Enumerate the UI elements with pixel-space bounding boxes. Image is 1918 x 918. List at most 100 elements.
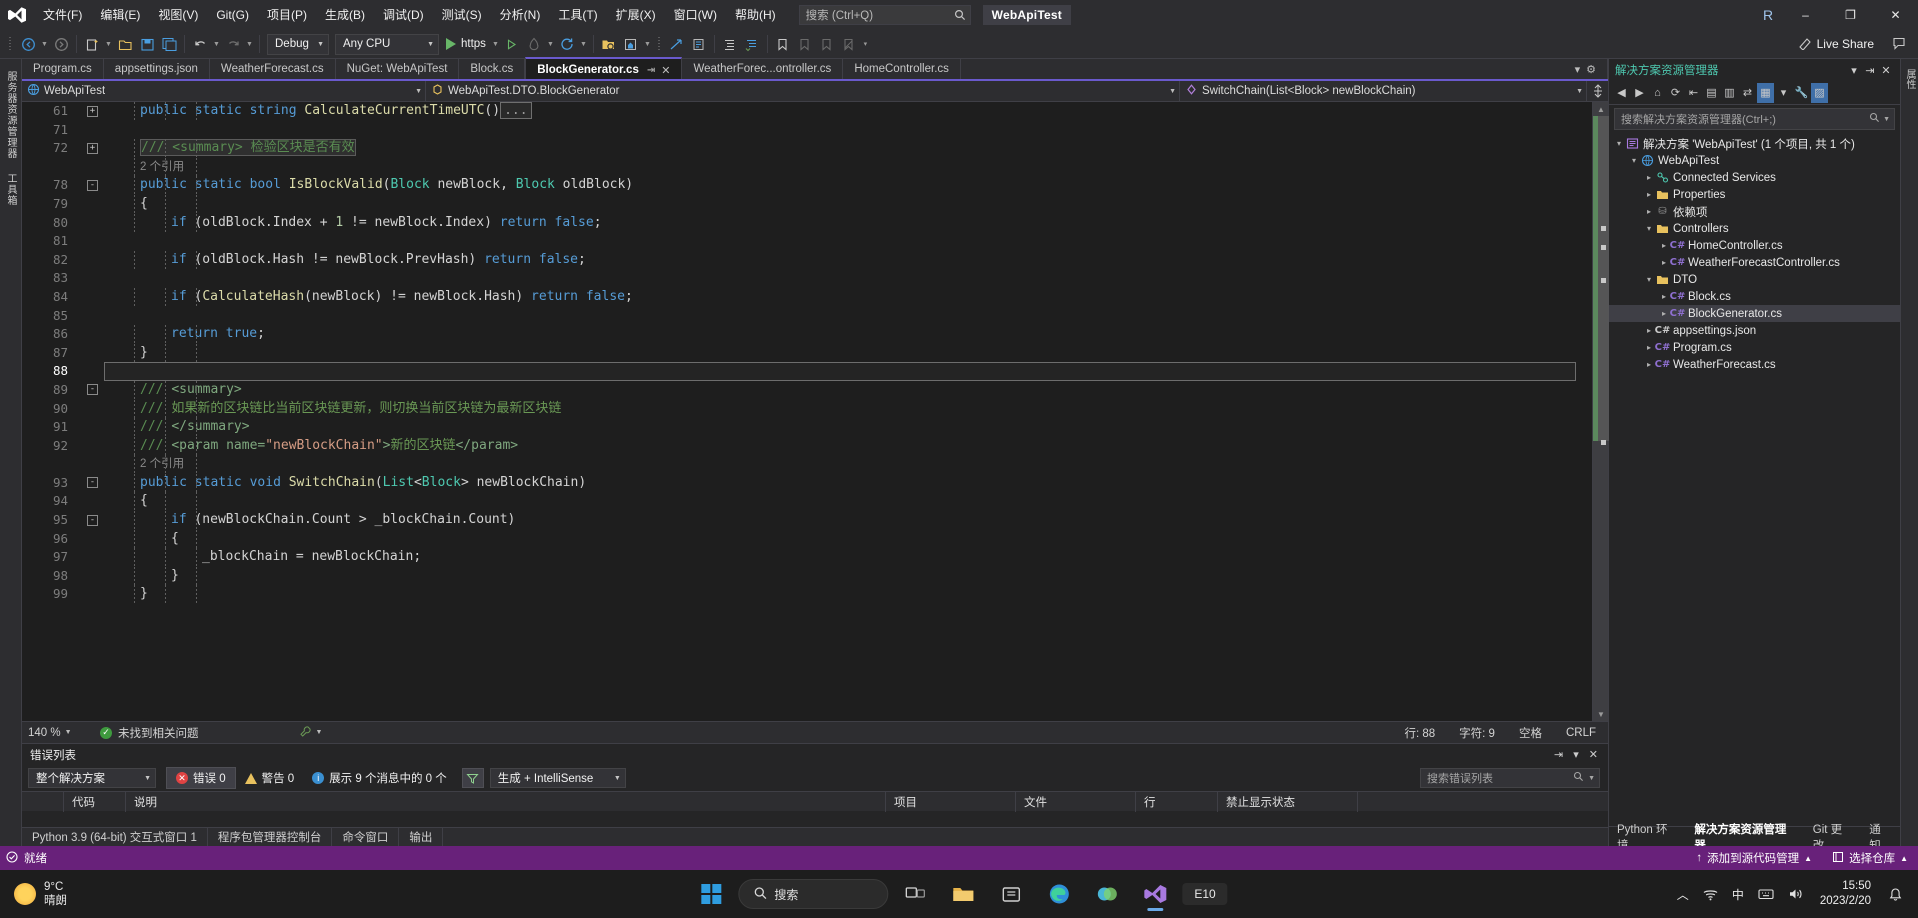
play-outline-icon[interactable] [501,33,523,55]
menu-view[interactable]: 视图(V) [149,0,207,30]
collapse-icon[interactable]: - [87,179,98,191]
code-line[interactable]: 99} [22,585,1592,605]
chevron-right-icon[interactable]: ▸ [1643,326,1655,335]
tab-weatherforecast-cs[interactable]: WeatherForecast.cs [209,59,336,79]
tree-item-properties[interactable]: ▸ Properties [1609,186,1900,203]
solution-configuration-combo[interactable]: Debug ▼ [267,33,329,55]
code-line[interactable]: 80 if (oldBlock.Index + 1 != newBlock.Ind… [22,213,1592,233]
filter-icon[interactable]: ▦ [1757,82,1774,103]
minimize-button[interactable]: – [1783,0,1828,30]
tab-blockgenerator-cs[interactable]: BlockGenerator.cs ⇥ ✕ [525,57,683,79]
scroll-down-icon[interactable]: ▼ [1593,707,1609,721]
file-explorer-icon[interactable] [942,874,984,914]
list-icon[interactable] [688,33,710,55]
build-intellisense-combo[interactable]: 生成 + IntelliSense ▼ [489,768,626,788]
code-editor[interactable]: 61 + public static string CalculateCurrent… [22,102,1592,721]
navigate-forward-icon[interactable] [50,33,72,55]
menu-git[interactable]: Git(G) [207,0,258,30]
code-line[interactable]: 95- if (newBlockChain.Count > _blockChain… [22,511,1592,530]
split-editor-icon[interactable] [1586,81,1608,101]
code-line[interactable]: 61 + public static string CalculateCurrent… [22,102,1592,121]
chevron-down-icon[interactable]: ▾ [1643,275,1655,284]
save-all-icon[interactable] [158,33,180,55]
close-icon[interactable]: ✕ [1878,64,1894,77]
code-line[interactable]: 96 { [22,529,1592,549]
ime-indicator[interactable]: 中 [1727,886,1749,903]
chevron-right-icon[interactable]: ▸ [1643,190,1655,199]
preview-icon[interactable]: 🔧 [1793,83,1810,103]
hot-reload-dropdown-icon[interactable]: ▼ [545,33,556,55]
errors-filter-toggle[interactable]: ✕ 错误 0 [166,767,236,789]
add-to-source-control-button[interactable]: ↑ 添加到源代码管理 ▲ [1686,846,1822,870]
menu-debug[interactable]: 调试(D) [374,0,433,30]
sidebar-item-server-explorer[interactable]: 服务器资源管理器 [1,65,20,165]
expand-icon[interactable]: + [87,105,98,117]
folder-search-icon[interactable] [598,33,620,55]
pin-icon[interactable]: ⇥ [1554,748,1563,761]
start-debug-button[interactable]: https [442,33,490,55]
menu-tools[interactable]: 工具(T) [549,0,606,30]
tree-item-appsettings.json[interactable]: ▸ C# appsettings.json [1609,322,1900,339]
undo-icon[interactable] [189,33,211,55]
menu-build[interactable]: 生成(B) [316,0,374,30]
redo-icon[interactable] [222,33,244,55]
tree-item-weatherforecastcontroller.cs[interactable]: ▸ C# WeatherForecastController.cs [1609,254,1900,271]
microsoft-store-icon[interactable] [990,874,1032,914]
home-icon[interactable]: ⌂ [1649,83,1666,103]
expand-icon[interactable]: + [87,142,98,154]
collapse-all-icon[interactable]: ⇤ [1685,83,1702,103]
live-share-button[interactable]: Live Share [1792,34,1880,55]
code-line[interactable]: 81 [22,232,1592,251]
tab-appsettings-json[interactable]: appsettings.json [103,59,210,79]
task-view-icon[interactable] [894,874,936,914]
column-icon[interactable] [22,791,64,812]
collapse-icon[interactable]: - [87,514,98,526]
editor-vertical-scrollbar[interactable]: ▲ ▼ [1592,102,1609,721]
menu-edit[interactable]: 编辑(E) [91,0,149,30]
menu-extensions[interactable]: 扩展(X) [607,0,665,30]
keyboard-icon[interactable] [1753,887,1779,901]
tab-overflow-button[interactable]: ▾ ⚙ [1557,59,1608,79]
tab-program-cs[interactable]: Program.cs [22,59,104,79]
redo-dropdown-icon[interactable]: ▼ [244,33,255,55]
tab-nuget-webapitest[interactable]: NuGet: WebApiTest [335,59,460,79]
dock-tab-python-environments[interactable]: Python 环境 [1609,824,1686,852]
restart-icon[interactable] [556,33,578,55]
properties-icon[interactable]: ▥ [1721,83,1738,103]
menu-window[interactable]: 窗口(W) [665,0,726,30]
code-line[interactable]: 84 if (CalculateHash(newBlock) != newBloc… [22,287,1592,307]
messages-filter-toggle[interactable]: i 展示 9 个消息中的 0 个 [303,768,456,788]
navbar-project-combo[interactable]: WebApiTest ▼ [22,81,426,101]
navigate-back-icon[interactable] [17,33,39,55]
bottom-tab-output[interactable]: 输出 [399,827,444,847]
taskbar-weather-widget[interactable]: 9°C 晴朗 [0,880,160,908]
tab-block-cs[interactable]: Block.cs [459,59,526,79]
collapsed-doc-comment[interactable]: /// <summary> 检验区块是否有效 [140,139,356,157]
windows-start-icon[interactable] [690,874,732,914]
toolbar-overflow-icon[interactable]: ▾ [860,33,871,55]
solution-name-chip[interactable]: WebApiTest [982,5,1071,25]
dock-tab-notifications[interactable]: 通知 [1861,824,1900,852]
account-avatar[interactable]: R [1753,0,1783,30]
step-into-icon[interactable] [666,33,688,55]
bookmark-next-icon[interactable] [816,33,838,55]
chevron-up-icon[interactable]: ︿ [1672,886,1694,903]
home-icon[interactable] [620,33,642,55]
codelens-reference-count[interactable]: 2 个引用 [110,161,184,173]
close-icon[interactable]: ✕ [661,64,670,77]
edge-icon[interactable] [1038,874,1080,914]
wrench-tool-button[interactable]: ▼ [299,725,322,741]
tab-weatherforecastcontroller-cs[interactable]: WeatherForec...ontroller.cs [682,59,844,79]
navbar-type-combo[interactable]: WebApiTest.DTO.BlockGenerator ▼ [426,81,1180,101]
solution-explorer-tree[interactable]: ▾ 解决方案 'WebApiTest' (1 个项目, 共 1 个) ▾ WebApi… [1609,133,1900,826]
tree-item-blockgenerator.cs[interactable]: ▸ C# BlockGenerator.cs [1609,305,1900,322]
tree-item-controllers[interactable]: ▾ Controllers [1609,220,1900,237]
codelens-reference-count[interactable]: 2 个引用 [110,458,184,470]
forward-icon[interactable]: ▶ [1631,83,1648,103]
tree-item-homecontroller.cs[interactable]: ▸ C# HomeController.cs [1609,237,1900,254]
comment-icon[interactable] [741,33,763,55]
menu-file[interactable]: 文件(F) [34,0,91,30]
tree-item-dto[interactable]: ▾ DTO [1609,271,1900,288]
close-window-button[interactable]: ✕ [1873,0,1918,30]
sidebar-item-properties[interactable]: 属性 [1902,69,1917,89]
